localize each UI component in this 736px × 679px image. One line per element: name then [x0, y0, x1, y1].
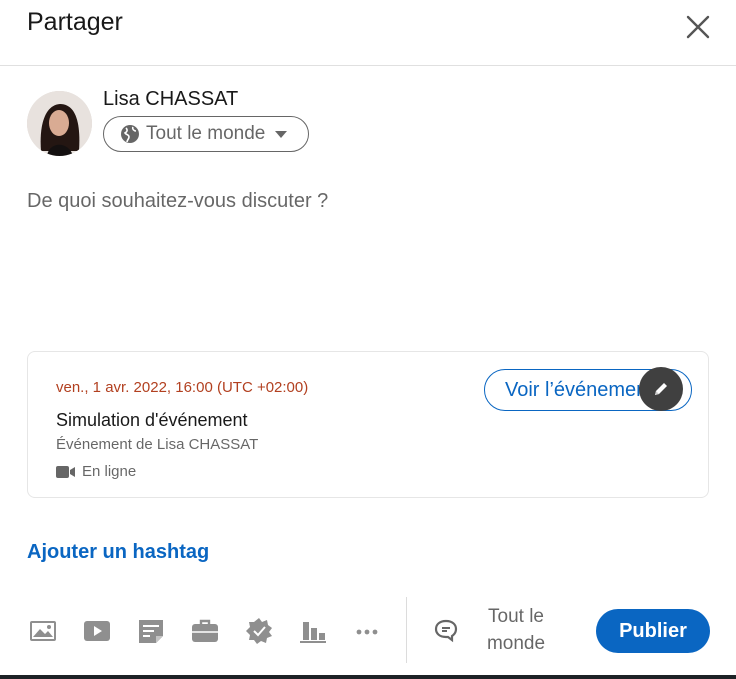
share-toolbar: Tout le monde Publier [0, 595, 736, 665]
avatar [27, 91, 92, 156]
comment-icon [434, 619, 458, 643]
modal-title: Partager [27, 8, 123, 36]
event-card: ven., 1 avr. 2022, 16:00 (UTC +02:00) Si… [27, 351, 709, 498]
post-text-editor[interactable]: De quoi souhaitez-vous discuter ? [27, 190, 707, 330]
video-icon [84, 621, 110, 641]
close-icon [686, 15, 710, 39]
close-button[interactable] [681, 10, 715, 44]
comment-setting-label[interactable]: Tout le monde [470, 603, 562, 657]
video-camera-icon [56, 465, 75, 478]
add-hashtag-link[interactable]: Ajouter un hashtag [27, 541, 209, 564]
backdrop-edge [0, 675, 736, 679]
event-date: ven., 1 avr. 2022, 16:00 (UTC +02:00) [56, 379, 309, 396]
audience-selector[interactable]: Tout le monde [103, 116, 309, 152]
add-video-button[interactable] [80, 614, 114, 648]
share-modal: Partager Lisa CHASSAT Tout le monde De q… [0, 0, 736, 679]
globe-icon [121, 125, 139, 143]
publish-button[interactable]: Publier [596, 609, 710, 653]
event-mode: En ligne [56, 463, 136, 480]
celebrate-icon [246, 618, 272, 644]
add-document-button[interactable] [134, 614, 168, 648]
modal-header: Partager [0, 0, 736, 66]
edit-button[interactable] [639, 367, 683, 411]
add-job-button[interactable] [188, 614, 222, 648]
event-mode-label: En ligne [82, 463, 137, 480]
comment-control-button[interactable] [432, 616, 462, 646]
more-icon [356, 629, 378, 635]
celebrate-button[interactable] [242, 614, 276, 648]
more-options-button[interactable] [350, 614, 384, 648]
audience-label: Tout le monde [146, 123, 266, 144]
toolbar-divider [406, 597, 407, 663]
caret-down-icon [275, 130, 288, 138]
poll-icon [300, 622, 326, 643]
add-photo-button[interactable] [26, 614, 60, 648]
photo-icon [30, 621, 56, 641]
event-organizer: Événement de Lisa CHASSAT [56, 436, 259, 453]
avatar-photo [27, 91, 92, 156]
job-icon [192, 619, 218, 642]
document-icon [139, 620, 163, 643]
author-name: Lisa CHASSAT [103, 88, 239, 110]
pencil-icon [655, 383, 667, 395]
create-poll-button[interactable] [296, 614, 330, 648]
event-title: Simulation d'événement [56, 410, 248, 430]
